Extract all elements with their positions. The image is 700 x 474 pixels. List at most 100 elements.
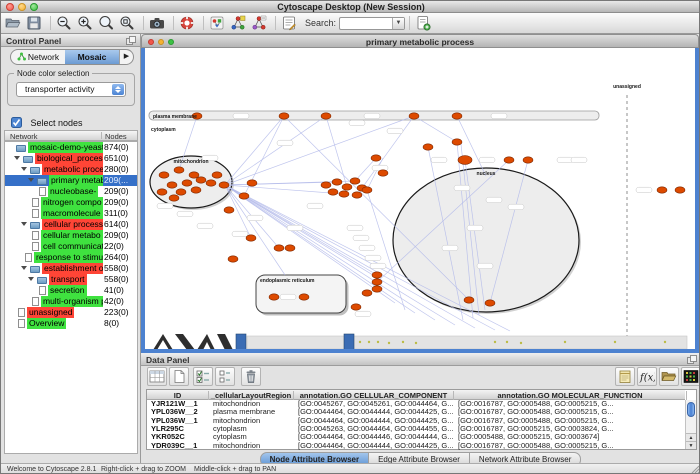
graph-node[interactable] — [212, 172, 222, 178]
table-row[interactable]: YPL036W__1mitochondrion[GO:0044464, GO:0… — [147, 417, 685, 425]
network-canvas[interactable]: plasma membranecytoplasmmitochondrionnuc… — [145, 48, 695, 349]
table-column-header[interactable]: annotation.GO MOLECULAR_FUNCTION — [454, 391, 687, 400]
tree-row[interactable]: transport558(0) — [5, 274, 137, 285]
graph-node[interactable] — [182, 180, 192, 186]
graph-node[interactable] — [423, 144, 433, 150]
zoom-fit-button[interactable] — [97, 14, 118, 33]
graph-node[interactable] — [176, 189, 186, 195]
graph-node[interactable] — [464, 297, 474, 303]
graph-node[interactable] — [350, 178, 360, 184]
graph-node[interactable] — [239, 193, 249, 199]
graph-node[interactable] — [269, 294, 279, 300]
select-nodes-checkbox[interactable]: Select nodes — [11, 113, 83, 125]
attribute-matrix-button[interactable] — [681, 367, 700, 386]
table-column-header[interactable]: annotation.GO CELLULAR_COMPONENT — [294, 391, 454, 400]
delete-attribute-button[interactable] — [241, 367, 261, 386]
graph-node[interactable] — [372, 272, 382, 278]
graph-node[interactable] — [362, 187, 372, 193]
graph-node[interactable] — [247, 180, 257, 186]
tree-row[interactable]: primary metabo209(... — [5, 175, 137, 186]
graph-node[interactable] — [191, 187, 201, 193]
float-panel-icon[interactable] — [687, 355, 697, 364]
graph-node[interactable] — [485, 300, 495, 306]
tree-col-divider[interactable] — [101, 132, 102, 139]
graph-node[interactable] — [452, 139, 462, 145]
new-attribute-button[interactable] — [169, 367, 189, 386]
zoom-selected-button[interactable] — [118, 14, 139, 33]
tree-row[interactable]: response to stimulu264(0) — [5, 252, 137, 263]
tree-row[interactable]: metabolic process280(0) — [5, 164, 137, 175]
unselect-attributes-button[interactable] — [215, 367, 235, 386]
tree-row[interactable]: cellular process614(0) — [5, 219, 137, 230]
scroll-up-arrow[interactable]: ▲ — [686, 433, 696, 441]
graph-node[interactable] — [371, 155, 381, 161]
graph-node[interactable] — [372, 286, 382, 292]
graph-node[interactable] — [458, 156, 472, 165]
graph-node[interactable] — [246, 235, 256, 241]
graph-node[interactable] — [523, 157, 533, 163]
graph-node[interactable] — [409, 113, 419, 119]
table-row[interactable]: YLR295Ccytoplasm[GO:0045263, GO:0044464,… — [147, 425, 685, 433]
table-row[interactable]: YKR052Ccytoplasm[GO:0044464, GO:0044446,… — [147, 433, 685, 441]
graph-node[interactable] — [206, 180, 216, 186]
table-row[interactable]: YJR121W__1mitochondrion[GO:0045267, GO:0… — [147, 400, 685, 408]
graph-node[interactable] — [196, 177, 206, 183]
graph-node[interactable] — [274, 245, 284, 251]
tree-expand-arrow-icon[interactable] — [21, 167, 27, 171]
graph-node[interactable] — [299, 294, 309, 300]
tab-network[interactable]: Network — [11, 50, 65, 64]
graph-node[interactable] — [675, 187, 685, 193]
vizmapper-button[interactable] — [208, 14, 229, 33]
formula-button[interactable]: f(x) — [637, 367, 657, 386]
snapshot-button[interactable] — [148, 14, 169, 33]
graph-node[interactable] — [351, 304, 361, 310]
tree-row[interactable]: cell communicat22(0) — [5, 241, 137, 252]
help-button[interactable] — [178, 14, 199, 33]
search-dropdown-arrow[interactable]: ▼ — [392, 18, 404, 29]
graph-node[interactable] — [362, 290, 372, 296]
tree-row[interactable]: biological_process651(0) — [5, 153, 137, 164]
graph-node[interactable] — [228, 256, 238, 262]
tree-row[interactable]: establishment of lo558(0) — [5, 263, 137, 274]
import-network-button[interactable] — [229, 14, 250, 33]
scrollbar-thumb[interactable] — [687, 402, 695, 417]
tree-row[interactable]: multi-organism pro42(0) — [5, 296, 137, 307]
graph-node[interactable] — [372, 279, 382, 285]
graph-node[interactable] — [657, 187, 667, 193]
table-column-header[interactable]: _cellularLayoutRegion — [209, 391, 294, 400]
tree-row[interactable]: unassigned223(0) — [5, 307, 137, 318]
graph-node[interactable] — [159, 172, 169, 178]
node-color-dropdown[interactable]: transporter activity — [16, 82, 126, 97]
tree-expand-arrow-icon[interactable] — [21, 222, 27, 226]
graph-node[interactable] — [174, 167, 184, 173]
tree-row[interactable]: Overview8(0) — [5, 318, 137, 329]
tree-expand-arrow-icon[interactable] — [28, 178, 34, 182]
new-annotation-button[interactable] — [414, 14, 435, 33]
graph-node[interactable] — [332, 179, 342, 185]
attribute-grid-button[interactable] — [147, 367, 167, 386]
graph-node[interactable] — [339, 191, 349, 197]
graph-node[interactable] — [452, 113, 462, 119]
export-network-button[interactable] — [250, 14, 271, 33]
graph-node[interactable] — [189, 172, 199, 178]
table-scrollbar[interactable]: ▲ ▼ — [685, 400, 696, 449]
graph-node[interactable] — [224, 207, 234, 213]
more-tabs-arrow[interactable]: ▶ — [119, 50, 133, 64]
scroll-down-arrow[interactable]: ▼ — [686, 441, 696, 449]
save-session-button[interactable] — [25, 14, 46, 33]
graph-node[interactable] — [219, 182, 229, 188]
tree-row[interactable]: secretion41(0) — [5, 285, 137, 296]
tree-row[interactable]: cellular metabo209(0) — [5, 230, 137, 241]
graph-node[interactable] — [169, 195, 179, 201]
zoom-in-button[interactable] — [76, 14, 97, 33]
graph-node[interactable] — [352, 192, 362, 198]
network-window-titlebar[interactable]: primary metabolic process — [141, 34, 699, 48]
tree-row[interactable]: nitrogen compo209(0) — [5, 197, 137, 208]
annotation-button[interactable] — [280, 14, 301, 33]
graph-node[interactable] — [342, 184, 352, 190]
graph-node[interactable] — [321, 113, 331, 119]
resize-grip-icon[interactable] — [691, 465, 700, 474]
import-attributes-button[interactable] — [659, 367, 679, 386]
open-session-button[interactable] — [4, 14, 25, 33]
tree-expand-arrow-icon[interactable] — [14, 156, 20, 160]
